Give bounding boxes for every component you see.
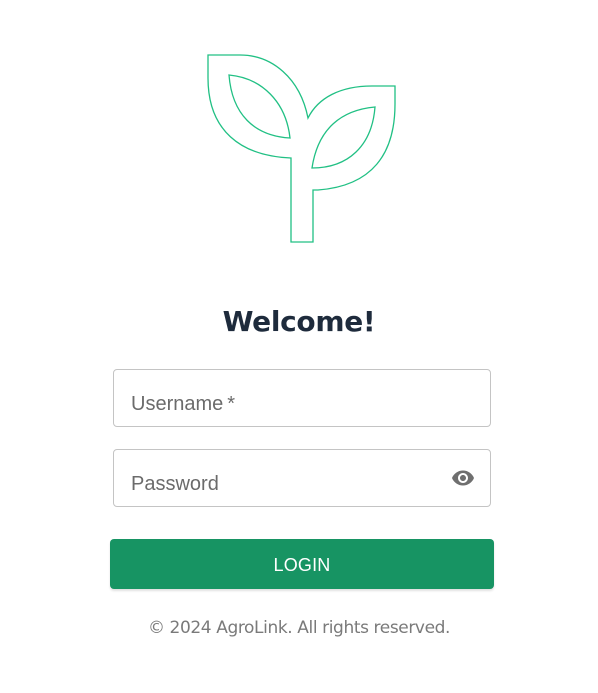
sprout-logo-icon — [207, 54, 396, 243]
password-placeholder: Password — [131, 473, 219, 495]
eye-icon[interactable] — [448, 466, 478, 490]
password-field[interactable]: Password — [113, 449, 491, 507]
login-button[interactable]: LOGIN — [110, 539, 494, 589]
required-marker: * — [227, 393, 236, 415]
username-field[interactable]: Username * — [113, 369, 491, 427]
copyright-footer: © 2024 AgroLink. All rights reserved. — [147, 618, 451, 638]
welcome-title: Welcome! — [222, 305, 376, 338]
username-placeholder: Username * — [131, 393, 236, 415]
